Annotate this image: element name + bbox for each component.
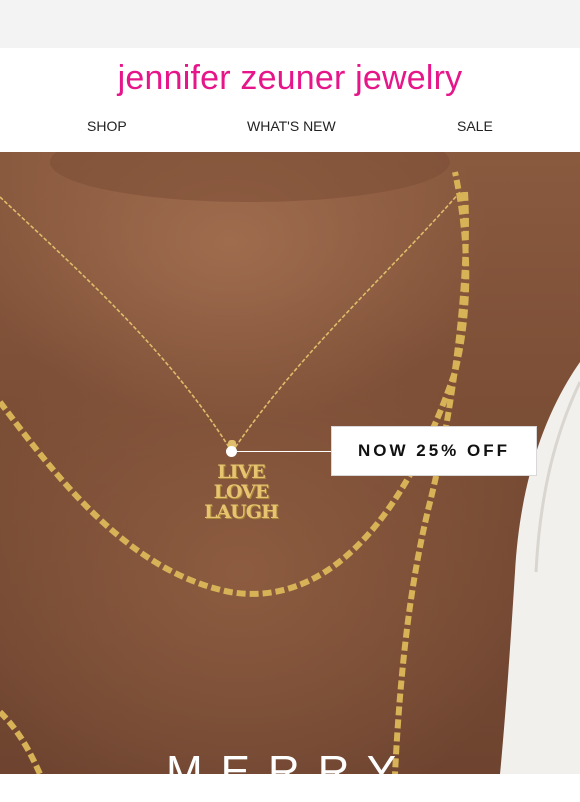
hero-headline: MERRY bbox=[165, 747, 415, 796]
figaro-chain-1 bbox=[0, 171, 470, 597]
thin-chain bbox=[0, 191, 461, 453]
pendant-line-3: LAUGH bbox=[204, 501, 279, 523]
top-spacer-bar bbox=[0, 0, 580, 48]
brand-logo[interactable]: jennifer zeuner jewelry bbox=[0, 56, 580, 100]
main-nav: SHOP WHAT'S NEW SALE bbox=[0, 116, 580, 140]
nav-sale[interactable]: SALE bbox=[457, 116, 493, 136]
pendant-charm: LIVE LOVE LAUGH bbox=[192, 462, 290, 522]
promo-hotspot-dot[interactable] bbox=[226, 446, 237, 457]
hero-image[interactable]: NOW 25% OFF LIVE LOVE LAUGH bbox=[0, 152, 580, 774]
shirt-shape bbox=[500, 362, 580, 774]
nav-shop[interactable]: SHOP bbox=[87, 116, 127, 136]
pendant-line-2: LOVE bbox=[213, 481, 270, 503]
promo-label[interactable]: NOW 25% OFF bbox=[331, 426, 537, 476]
promo-connector-line bbox=[237, 451, 331, 452]
pendant-line-1: LIVE bbox=[217, 461, 265, 483]
nav-whats-new[interactable]: WHAT'S NEW bbox=[247, 116, 336, 136]
